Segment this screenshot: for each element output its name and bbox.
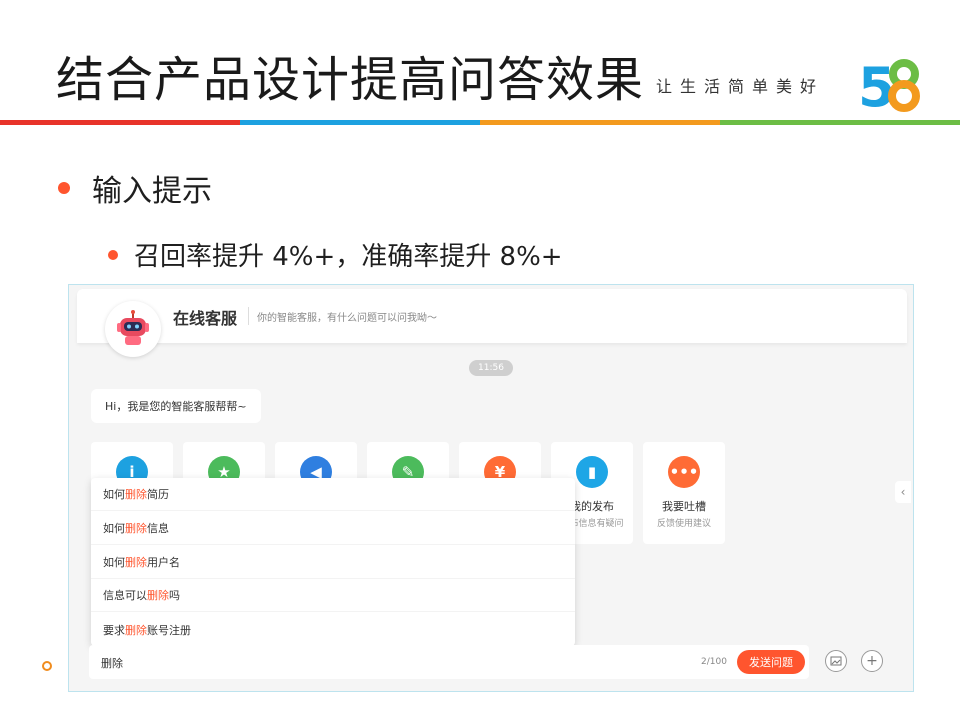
chat-input-value[interactable]: 删除	[101, 655, 123, 671]
suggestion-item[interactable]: 如何 删除 信息	[91, 512, 575, 545]
svg-text:5: 5	[858, 56, 896, 114]
suggestion-prefix: 如何	[103, 488, 125, 501]
slide-title: 结合产品设计提高问答效果	[56, 52, 645, 108]
chat-input[interactable]: 删除 2/100 发送问题	[89, 645, 809, 679]
document-icon: ▮	[576, 456, 608, 488]
timestamp-badge: 11:56	[469, 360, 513, 376]
bullet-level1: 输入提示	[58, 166, 212, 210]
suggestion-highlight: 删除	[125, 623, 147, 637]
suggestion-dropdown: 如何 删除 简历 如何 删除 信息 如何 删除 用户名 信息可以 删除吗 要求 删除 账号注册	[91, 478, 575, 646]
quick-card-feedback[interactable]: ••• 我要吐槽 反馈使用建议	[643, 442, 725, 544]
card-subtitle: 反馈使用建议	[656, 519, 711, 529]
bullet-text: 召回率提升 4%+，准确率提升 8%+	[134, 242, 563, 272]
robot-icon	[105, 301, 161, 357]
chevron-left-icon[interactable]: ‹	[895, 481, 911, 503]
logo-58: 5	[858, 56, 920, 114]
service-subtitle: 你的智能客服，有什么问题可以问我呦～	[257, 313, 437, 324]
suggestion-item[interactable]: 要求 删除 账号注册	[91, 613, 575, 646]
suggestion-suffix: 简历	[147, 488, 169, 501]
suggestion-prefix: 信息可以	[103, 589, 147, 602]
suggestion-item[interactable]: 如何 删除 简历	[91, 478, 575, 511]
suggestion-prefix: 如何	[103, 522, 125, 535]
suggestion-highlight: 删除	[125, 522, 147, 535]
bullet-dot	[108, 249, 118, 260]
bullet-level2: 召回率提升 4%+，准确率提升 8%+	[108, 236, 563, 273]
plus-icon[interactable]: +	[861, 650, 883, 672]
suggestion-highlight: 删除	[125, 556, 147, 569]
suggestion-prefix: 要求	[103, 623, 125, 637]
chat-bubble-icon: •••	[668, 456, 700, 488]
suggestion-highlight: 删除	[147, 589, 169, 602]
suggestion-suffix: 用户名	[147, 556, 180, 569]
greeting-bubble: Hi，我是您的智能客服帮帮~	[91, 389, 261, 423]
divider	[248, 307, 249, 325]
tagline: 让生活简单美好	[656, 77, 825, 96]
color-divider	[0, 120, 960, 125]
suggestion-prefix: 如何	[103, 556, 125, 569]
send-button[interactable]: 发送问题	[737, 650, 805, 674]
bullet-text: 输入提示	[92, 174, 212, 209]
char-counter: 2/100	[701, 657, 727, 667]
card-title: 我要吐槽	[662, 500, 706, 513]
suggestion-item[interactable]: 如何 删除 用户名	[91, 546, 575, 579]
slide: 结合产品设计提高问答效果 让生活简单美好 5 输入提示 召回率提升 4%+，准确…	[0, 0, 960, 720]
chat-screenshot: 在线客服 你的智能客服，有什么问题可以问我呦～ 11:56 Hi，我是您的智能客…	[68, 284, 914, 692]
suggestion-item[interactable]: 信息可以 删除吗	[91, 579, 575, 612]
bullet-dot	[58, 182, 70, 194]
ring-icon	[42, 661, 52, 671]
suggestion-suffix: 吗	[169, 589, 180, 602]
suggestion-suffix: 信息	[147, 522, 169, 535]
suggestion-suffix: 账号注册	[147, 623, 191, 637]
suggestion-highlight: 删除	[125, 488, 147, 501]
image-icon[interactable]	[825, 650, 847, 672]
service-title: 在线客服	[173, 309, 238, 328]
